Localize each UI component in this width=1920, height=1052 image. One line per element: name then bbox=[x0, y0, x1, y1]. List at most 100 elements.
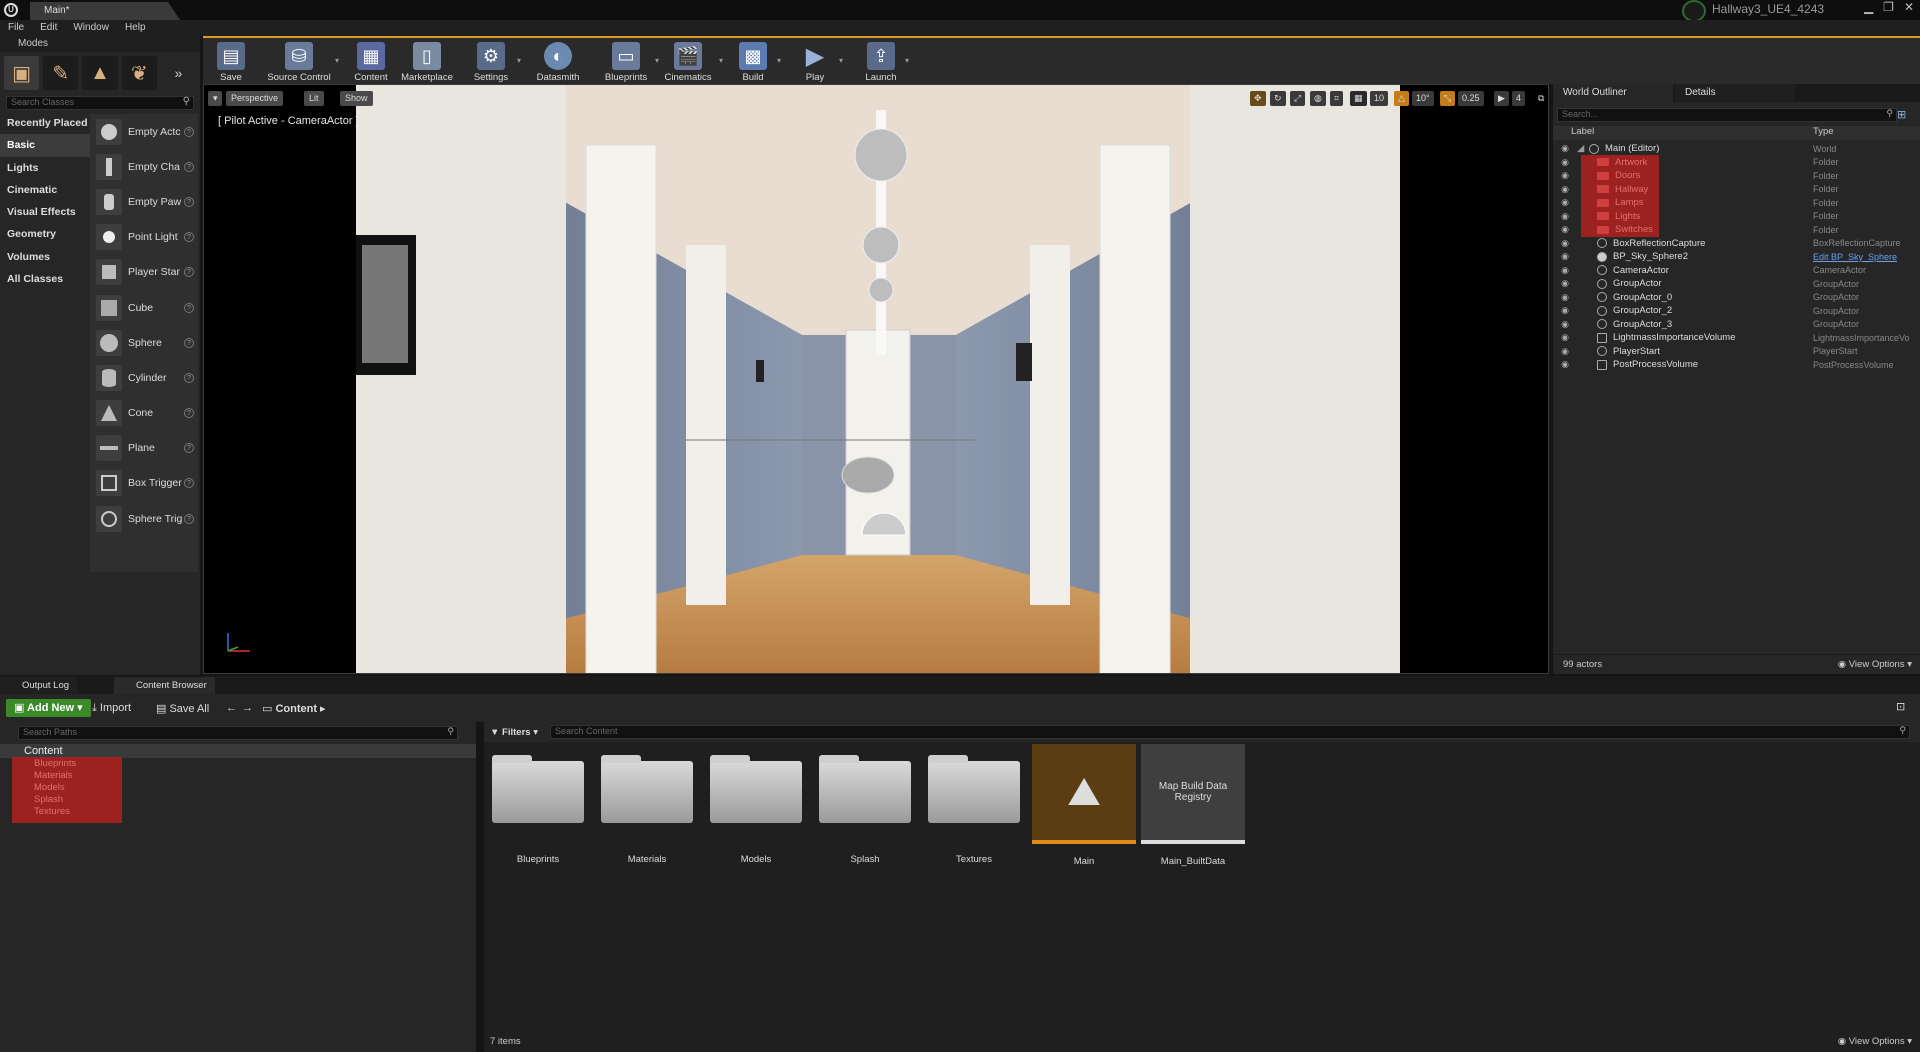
category-geometry[interactable]: Geometry bbox=[0, 223, 90, 245]
help-icon[interactable]: ? bbox=[184, 267, 194, 278]
path-folder-item[interactable]: Models bbox=[0, 782, 476, 794]
asset-tile-folder[interactable]: Models bbox=[708, 744, 804, 865]
category-basic[interactable]: Basic bbox=[0, 134, 90, 157]
content-root-folder[interactable]: Content bbox=[0, 744, 476, 758]
tab-details[interactable]: Details bbox=[1675, 84, 1795, 102]
help-icon[interactable]: ? bbox=[184, 232, 194, 243]
eye-icon[interactable]: ◉ bbox=[1553, 265, 1577, 276]
source-control-button[interactable]: ⛁ Source Control ▾ bbox=[267, 40, 339, 84]
outliner-row[interactable]: ◉ GroupActor_2 GroupActor bbox=[1553, 304, 1920, 318]
outliner-row[interactable]: ◉ Artwork Folder bbox=[1553, 156, 1920, 170]
outliner-row[interactable]: ◉ PlayerStart PlayerStart bbox=[1553, 345, 1920, 359]
eye-icon[interactable]: ◉ bbox=[1553, 292, 1577, 303]
place-item[interactable]: Sphere? bbox=[90, 325, 198, 360]
filters-button[interactable]: ▼ Filters ▾ bbox=[484, 727, 544, 738]
place-item[interactable]: Cube? bbox=[90, 290, 198, 325]
show-button[interactable]: Show bbox=[340, 91, 373, 106]
path-folder-item[interactable]: Materials bbox=[0, 770, 476, 782]
eye-icon[interactable]: ◉ bbox=[1553, 143, 1577, 154]
eye-icon[interactable]: ◉ bbox=[1553, 238, 1577, 249]
tab-content-browser[interactable]: Content Browser bbox=[114, 677, 215, 694]
path-folder-item[interactable]: Splash bbox=[0, 794, 476, 806]
outliner-row[interactable]: ◉ GroupActor_0 GroupActor bbox=[1553, 291, 1920, 305]
scale-snap-value[interactable]: 0.25 bbox=[1458, 91, 1484, 106]
eye-icon[interactable]: ◉ bbox=[1553, 319, 1577, 330]
eye-icon[interactable]: ◉ bbox=[1553, 170, 1577, 181]
breadcrumb[interactable]: ▭ Content ▸ bbox=[262, 702, 326, 715]
eye-icon[interactable]: ◉ bbox=[1553, 278, 1577, 289]
grid-snap-icon[interactable]: ▦ bbox=[1350, 91, 1367, 106]
outliner-row[interactable]: ◉ Doors Folder bbox=[1553, 169, 1920, 183]
content-button[interactable]: ▦ Content bbox=[349, 40, 393, 84]
outliner-row[interactable]: ◉ Lights Folder bbox=[1553, 210, 1920, 224]
surface-snap-icon[interactable]: ⌗ bbox=[1330, 91, 1344, 106]
add-new-button[interactable]: ▣ Add New ▾ bbox=[6, 699, 91, 717]
place-item[interactable]: Sphere Trig? bbox=[90, 501, 198, 536]
menu-edit[interactable]: Edit bbox=[40, 20, 57, 36]
path-folder-item[interactable]: Textures bbox=[0, 806, 476, 818]
expand-chevron-icon[interactable]: » bbox=[161, 56, 196, 90]
help-icon[interactable]: ? bbox=[184, 408, 194, 419]
place-mode-icon[interactable]: ▣ bbox=[4, 56, 40, 90]
level-viewport[interactable]: ▾ Perspective Lit Show ✥ ↻ ⤢ ◍ ⌗ ▦ 10 △ … bbox=[203, 84, 1549, 674]
place-item[interactable]: Empty Cha? bbox=[90, 149, 198, 184]
edit-blueprint-link[interactable]: Edit BP_Sky_Sphere bbox=[1813, 252, 1897, 262]
asset-tile-level[interactable]: ⛰ Main bbox=[1032, 744, 1136, 867]
marketplace-button[interactable]: ▯ Marketplace bbox=[399, 40, 455, 84]
help-icon[interactable]: ? bbox=[184, 196, 194, 207]
view-options-button[interactable]: ◉ View Options ▾ bbox=[1838, 659, 1912, 670]
save-current-button[interactable]: ▤Save Current bbox=[205, 40, 257, 94]
path-folder-item[interactable]: Blueprints bbox=[0, 758, 476, 770]
place-item[interactable]: Player Star? bbox=[90, 255, 198, 290]
outliner-search-input[interactable]: Search... ⚲ bbox=[1557, 108, 1897, 122]
camera-speed-value[interactable]: 4 bbox=[1512, 91, 1526, 106]
place-item[interactable]: Cylinder? bbox=[90, 360, 198, 395]
eye-icon[interactable]: ◉ bbox=[1553, 305, 1577, 316]
asset-tile-folder[interactable]: Blueprints bbox=[490, 744, 586, 865]
category-lights[interactable]: Lights bbox=[0, 157, 90, 179]
eye-icon[interactable]: ◉ bbox=[1553, 359, 1577, 370]
help-icon[interactable]: ? bbox=[184, 126, 194, 137]
viewport-options-button[interactable]: ▾ bbox=[208, 91, 222, 106]
eye-icon[interactable]: ◉ bbox=[1553, 332, 1577, 343]
menu-window[interactable]: Window bbox=[73, 20, 109, 36]
close-icon[interactable]: ✕ bbox=[1904, 0, 1914, 14]
tab-world-outliner[interactable]: World Outliner bbox=[1553, 84, 1673, 102]
perspective-button[interactable]: Perspective bbox=[226, 91, 284, 106]
help-icon[interactable]: ? bbox=[184, 302, 194, 313]
outliner-row[interactable]: ◉ PostProcessVolume PostProcessVolume bbox=[1553, 358, 1920, 372]
outliner-row[interactable]: ◉ BP_Sky_Sphere2 Edit BP_Sky_Sphere bbox=[1553, 250, 1920, 264]
column-label-header[interactable]: Label bbox=[1553, 126, 1594, 140]
asset-tile-folder[interactable]: Splash bbox=[817, 744, 913, 865]
menu-help[interactable]: Help bbox=[125, 20, 146, 36]
help-icon[interactable]: ? bbox=[184, 478, 194, 489]
collapse-arrow-icon[interactable]: ◢ bbox=[1577, 143, 1589, 154]
eye-icon[interactable]: ◉ bbox=[1553, 251, 1577, 262]
minimize-icon[interactable]: ▁ bbox=[1864, 0, 1873, 14]
maximize-viewport-icon[interactable]: ⧉ bbox=[1534, 91, 1548, 106]
category-cinematic[interactable]: Cinematic bbox=[0, 179, 90, 201]
category-recently-placed[interactable]: Recently Placed bbox=[0, 112, 90, 134]
place-item[interactable]: Empty Paw? bbox=[90, 184, 198, 219]
lit-button[interactable]: Lit bbox=[304, 91, 324, 106]
menu-file[interactable]: File bbox=[8, 20, 24, 36]
outliner-row[interactable]: ◉ Hallway Folder bbox=[1553, 183, 1920, 197]
outliner-row[interactable]: ◉ Lamps Folder bbox=[1553, 196, 1920, 210]
back-arrow-icon[interactable]: ← bbox=[226, 702, 237, 714]
play-button[interactable]: ▶ Play ▾ bbox=[795, 40, 843, 84]
forward-arrow-icon[interactable]: → bbox=[242, 702, 253, 714]
launch-button[interactable]: ⇪ Launch ▾ bbox=[861, 40, 909, 84]
rotation-snap-value[interactable]: 10° bbox=[1412, 91, 1434, 106]
place-item[interactable]: Point Light? bbox=[90, 220, 198, 255]
asset-tile-folder[interactable]: Textures bbox=[926, 744, 1022, 865]
paint-mode-icon[interactable]: ✎ bbox=[43, 56, 79, 90]
eye-icon[interactable]: ◉ bbox=[1553, 211, 1577, 222]
place-item[interactable]: Cone? bbox=[90, 396, 198, 431]
settings-button[interactable]: ⚙ Settings ▾ bbox=[469, 40, 521, 84]
asset-tile-folder[interactable]: Materials bbox=[599, 744, 695, 865]
help-icon[interactable]: ? bbox=[184, 513, 194, 524]
help-icon[interactable]: ? bbox=[184, 443, 194, 454]
outliner-row[interactable]: ◉ Switches Folder bbox=[1553, 223, 1920, 237]
eye-icon[interactable]: ◉ bbox=[1553, 197, 1577, 208]
save-all-button[interactable]: ▤ Save All bbox=[156, 702, 209, 715]
